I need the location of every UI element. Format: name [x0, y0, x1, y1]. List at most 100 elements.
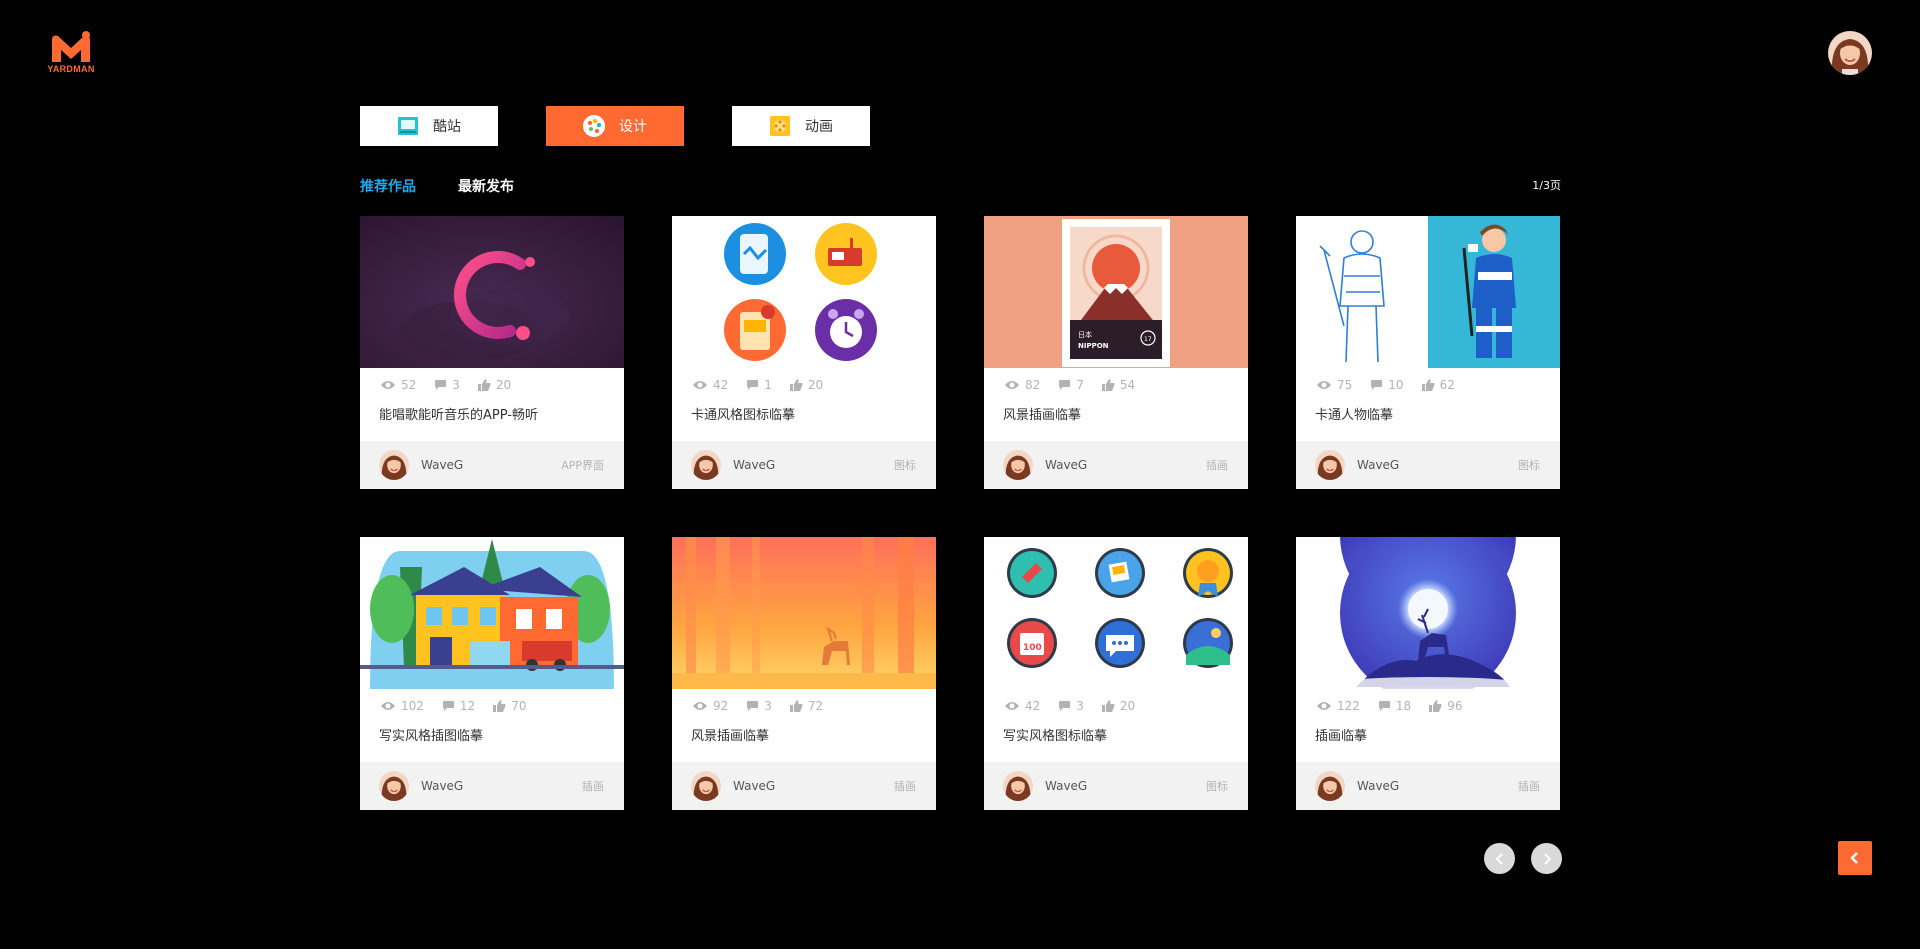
comment-icon	[747, 701, 759, 711]
stamp-text-value: 17	[1144, 336, 1152, 343]
view-count: 92	[692, 699, 728, 713]
avatar	[1003, 450, 1033, 480]
avatar	[379, 771, 409, 801]
category-tag[interactable]: 插画	[582, 778, 604, 794]
content-tabs: 推荐作品 最新发布	[360, 176, 514, 196]
user-avatar[interactable]	[1828, 31, 1872, 75]
card-title: 能唱歌能听音乐的APP-畅听	[379, 408, 538, 423]
card-footer: WaveG 插画	[360, 762, 624, 810]
card-stats: 75 10 62	[1296, 368, 1560, 402]
work-card[interactable]: 100 42 3 20 写实风格图标临摹 WaveG 图标	[984, 537, 1248, 810]
author-name[interactable]: WaveG	[421, 458, 561, 472]
stamp-text-nippon: NIPPON	[1078, 342, 1109, 350]
work-card[interactable]: 日本 NIPPON 17 82 7 54 风景插画临摹 WaveG 插画	[984, 216, 1248, 489]
comment-count: 18	[1378, 699, 1411, 713]
eye-icon	[1317, 381, 1331, 389]
category-button-sheji[interactable]: 设计	[546, 106, 684, 146]
category-button-kuzhan[interactable]: 酷站	[360, 106, 498, 146]
logo[interactable]: YARDMAN	[46, 30, 96, 78]
thumbs-up-icon	[1429, 700, 1442, 712]
eye-icon	[693, 702, 707, 710]
view-count: 102	[380, 699, 424, 713]
like-count: 70	[493, 699, 526, 713]
author-name[interactable]: WaveG	[1045, 779, 1206, 793]
work-card[interactable]: 52 3 20 能唱歌能听音乐的APP-畅听 WaveG APP界面	[360, 216, 624, 489]
avatar	[691, 450, 721, 480]
category-label: 设计	[619, 119, 647, 135]
thumbs-up-icon	[477, 379, 491, 391]
card-footer: WaveG APP界面	[360, 441, 624, 489]
like-count: 20	[477, 378, 511, 392]
avatar	[1315, 771, 1345, 801]
eye-icon	[1317, 702, 1331, 710]
work-card[interactable]: 122 18 96 插画临摹 WaveG 插画	[1296, 537, 1560, 810]
film-reel-icon	[769, 115, 791, 137]
category-tag[interactable]: 插画	[1518, 778, 1540, 794]
author-name[interactable]: WaveG	[733, 779, 894, 793]
like-count: 62	[1421, 378, 1455, 392]
view-count: 42	[692, 378, 728, 392]
category-label: 酷站	[433, 119, 461, 135]
comment-count: 7	[1058, 378, 1084, 392]
chevron-right-icon	[1543, 852, 1551, 865]
thumbs-up-icon	[789, 700, 803, 712]
view-count: 82	[1004, 378, 1040, 392]
works-grid: 52 3 20 能唱歌能听音乐的APP-畅听 WaveG APP界面 42 1 …	[360, 216, 1560, 810]
avatar	[379, 450, 409, 480]
category-label: 动画	[805, 119, 833, 135]
comment-icon	[1059, 701, 1071, 711]
house-thumb	[360, 537, 624, 689]
card-title: 写实风格插图临摹	[379, 729, 484, 744]
author-name[interactable]: WaveG	[733, 458, 894, 472]
hockey-players-thumb	[1296, 216, 1560, 368]
avatar	[1003, 771, 1033, 801]
author-name[interactable]: WaveG	[1045, 458, 1206, 472]
category-tag[interactable]: 图标	[1206, 778, 1228, 794]
work-card[interactable]: 92 3 72 风景插画临摹 WaveG 插画	[672, 537, 936, 810]
logo-text: YARDMAN	[47, 64, 95, 74]
category-tag[interactable]: 图标	[1518, 457, 1540, 473]
card-title: 写实风格图标临摹	[1003, 729, 1108, 744]
monitor-icon	[397, 115, 419, 137]
category-tag[interactable]: 图标	[894, 457, 916, 473]
card-title: 卡通风格图标临摹	[691, 408, 796, 423]
category-button-donghua[interactable]: 动画	[732, 106, 870, 146]
thumbs-up-icon	[1101, 379, 1115, 391]
tab-recommended[interactable]: 推荐作品	[360, 176, 416, 196]
prev-page-button[interactable]	[1484, 843, 1515, 874]
category-bar: 酷站 设计 动画	[360, 106, 870, 146]
category-tag[interactable]: APP界面	[561, 457, 604, 473]
avatar	[1315, 450, 1345, 480]
tab-latest[interactable]: 最新发布	[458, 176, 514, 196]
comment-count: 3	[434, 378, 460, 392]
thumbs-up-icon	[1421, 379, 1435, 391]
work-card[interactable]: 42 1 20 卡通风格图标临摹 WaveG 图标	[672, 216, 936, 489]
comment-icon	[1059, 380, 1071, 390]
like-count: 96	[1429, 699, 1462, 713]
eye-icon	[693, 381, 707, 389]
chevron-left-icon	[1495, 852, 1503, 865]
author-name[interactable]: WaveG	[1357, 458, 1518, 472]
cartoon-icons-thumb	[672, 216, 936, 368]
category-tag[interactable]: 插画	[1206, 457, 1228, 473]
like-count: 54	[1101, 378, 1135, 392]
like-count: 20	[1101, 699, 1135, 713]
category-tag[interactable]: 插画	[894, 778, 916, 794]
back-button[interactable]	[1838, 841, 1872, 875]
comment-count: 10	[1370, 378, 1404, 392]
comment-icon	[435, 380, 447, 390]
work-card[interactable]: 102 12 70 写实风格插图临摹 WaveG 插画	[360, 537, 624, 810]
comment-count: 3	[746, 699, 772, 713]
view-count: 42	[1004, 699, 1040, 713]
comment-count: 12	[442, 699, 475, 713]
author-name[interactable]: WaveG	[1357, 779, 1518, 793]
comment-icon	[747, 380, 759, 390]
next-page-button[interactable]	[1531, 843, 1562, 874]
card-footer: WaveG 插画	[984, 441, 1248, 489]
work-card[interactable]: 75 10 62 卡通人物临摹 WaveG 图标	[1296, 216, 1560, 489]
chevron-left-icon	[1850, 852, 1858, 864]
eye-icon	[1005, 381, 1019, 389]
thumbs-up-icon	[493, 700, 506, 712]
like-count: 72	[789, 699, 823, 713]
author-name[interactable]: WaveG	[421, 779, 582, 793]
